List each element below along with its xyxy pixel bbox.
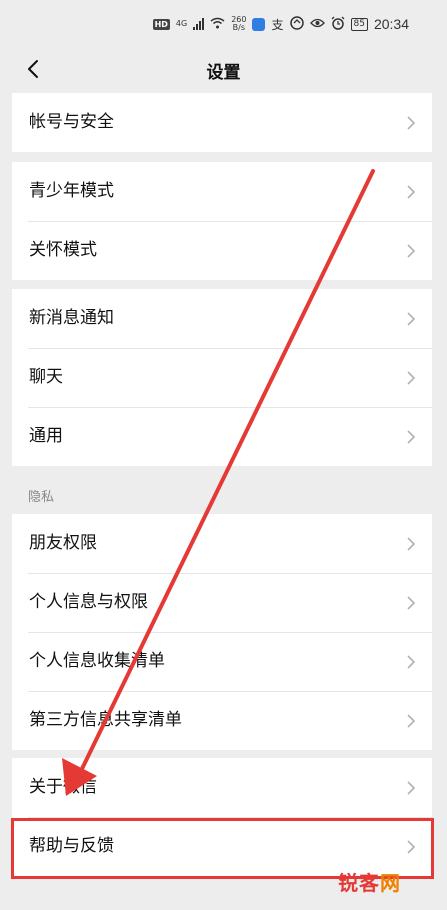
net-speed-unit: B/s xyxy=(232,23,246,32)
eye-icon xyxy=(309,18,325,31)
setting-label: 聊天 xyxy=(29,367,63,387)
setting-label: 帐号与安全 xyxy=(29,112,114,132)
net-speed: 260 B/s xyxy=(231,16,246,32)
setting-row-third-party-sharing-list[interactable]: 第三方信息共享清单 xyxy=(12,691,432,750)
setting-label: 个人信息收集清单 xyxy=(29,651,165,671)
setting-label: 关怀模式 xyxy=(29,240,97,260)
chevron-right-icon xyxy=(407,537,416,551)
clock: 20:34 xyxy=(373,16,409,32)
hd-badge: HD xyxy=(152,18,170,30)
setting-label: 新消息通知 xyxy=(29,308,114,328)
status-icons: HD 4G 260 B/s 支 85 20:34 xyxy=(152,14,409,34)
battery-icon: 85 xyxy=(350,17,368,31)
settings-group-privacy: 朋友权限 个人信息与权限 个人信息收集清单 第三方信息共享清单 xyxy=(12,514,432,750)
status-bar: HD 4G 260 B/s 支 85 20:34 xyxy=(0,0,447,46)
setting-label: 关于微信 xyxy=(29,777,97,797)
wifi-icon xyxy=(210,17,225,32)
chevron-right-icon xyxy=(407,116,416,130)
chevron-right-icon xyxy=(407,312,416,326)
network-type: 4G xyxy=(175,19,188,28)
chevron-right-icon xyxy=(407,185,416,199)
settings-group-account: 帐号与安全 xyxy=(12,93,432,152)
chevron-right-icon xyxy=(407,244,416,258)
setting-row-personal-info-permissions[interactable]: 个人信息与权限 xyxy=(12,573,432,632)
setting-row-care-mode[interactable]: 关怀模式 xyxy=(12,221,432,280)
chevron-right-icon xyxy=(407,430,416,444)
page-title: 设置 xyxy=(206,63,241,83)
watermark-logo: 锐客网 xyxy=(338,867,401,896)
chevron-right-icon xyxy=(407,655,416,669)
setting-row-account-security[interactable]: 帐号与安全 xyxy=(12,93,432,152)
cloud-app-icon xyxy=(252,17,266,31)
navbar: 设置 xyxy=(0,46,447,92)
watermark-text-2: 网 xyxy=(380,871,401,895)
setting-row-teen-mode[interactable]: 青少年模式 xyxy=(12,162,432,221)
setting-row-info-collection-list[interactable]: 个人信息收集清单 xyxy=(12,632,432,691)
setting-row-about-wechat[interactable]: 关于微信 xyxy=(12,758,432,817)
signal-icon xyxy=(193,18,205,30)
setting-row-chat[interactable]: 聊天 xyxy=(12,348,432,407)
alarm-icon xyxy=(331,16,345,33)
setting-label: 青少年模式 xyxy=(29,181,114,201)
setting-label: 第三方信息共享清单 xyxy=(29,710,182,730)
settings-group-modes: 青少年模式 关怀模式 xyxy=(12,162,432,280)
setting-label: 朋友权限 xyxy=(29,533,97,553)
setting-row-friend-permissions[interactable]: 朋友权限 xyxy=(12,514,432,573)
chevron-right-icon xyxy=(407,596,416,610)
section-label-privacy: 隐私 xyxy=(28,490,55,505)
chevron-right-icon xyxy=(407,781,416,795)
setting-row-notifications[interactable]: 新消息通知 xyxy=(12,289,432,348)
watermark-text-1: 锐客 xyxy=(338,871,380,895)
alipay-icon: 支 xyxy=(271,17,284,32)
settings-group-general: 新消息通知 聊天 通用 xyxy=(12,289,432,466)
nfc-icon xyxy=(289,15,304,33)
chevron-right-icon xyxy=(407,371,416,385)
chevron-right-icon xyxy=(407,714,416,728)
setting-label: 通用 xyxy=(29,426,63,446)
setting-row-general[interactable]: 通用 xyxy=(12,407,432,466)
setting-label: 个人信息与权限 xyxy=(29,592,148,612)
